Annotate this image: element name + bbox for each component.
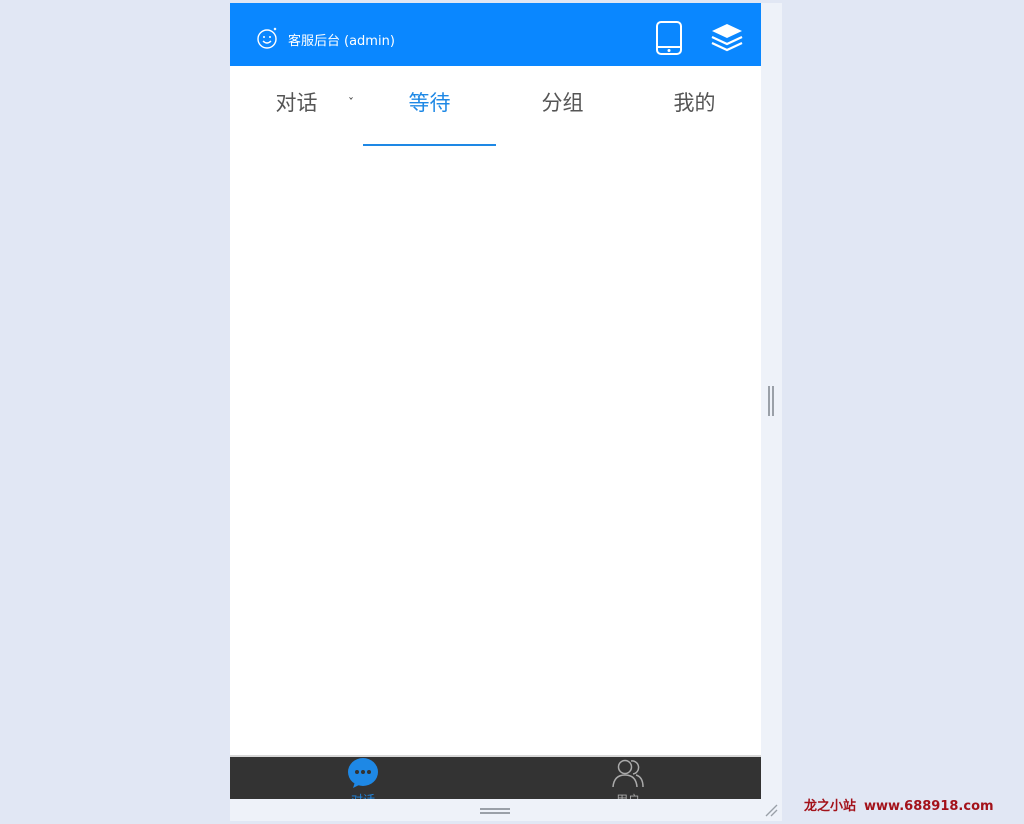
- tab-dropdown-caret-icon[interactable]: ˇ: [348, 96, 354, 110]
- header-title-text: 客服后台: [288, 34, 341, 49]
- tab-conversations[interactable]: 对话: [230, 66, 363, 146]
- tablet-icon[interactable]: [654, 20, 684, 56]
- app-window: 客服后台 (admin) 对话 等待 分组 我的 ˇ: [230, 3, 761, 799]
- tab-bar: 对话 等待 分组 我的: [230, 66, 761, 146]
- resize-corner-icon[interactable]: [764, 803, 778, 817]
- bottom-nav-label: 用户: [568, 793, 688, 799]
- app-header: 客服后台 (admin): [230, 3, 761, 66]
- smile-logo-icon: [257, 27, 277, 49]
- users-icon: [612, 759, 644, 788]
- content-area: [230, 146, 761, 755]
- chat-bubble-icon: [348, 758, 378, 788]
- app-frame: 客服后台 (admin) 对话 等待 分组 我的 ˇ: [230, 3, 782, 821]
- watermark-url: www.688918.com: [864, 799, 994, 814]
- watermark-text: 龙之小站: [804, 799, 857, 814]
- layers-icon[interactable]: [710, 22, 744, 54]
- bottom-nav-users[interactable]: 用户: [568, 757, 688, 799]
- bottom-nav-chat[interactable]: 对话: [303, 757, 423, 799]
- horizontal-resize-handle[interactable]: [480, 807, 510, 815]
- header-user: (admin): [344, 34, 395, 49]
- tab-label: 分组: [541, 91, 584, 115]
- tab-mine[interactable]: 我的: [628, 66, 761, 146]
- bottom-nav: 对话 用户: [230, 755, 761, 799]
- tab-label: 我的: [673, 91, 716, 115]
- bottom-nav-label: 对话: [303, 793, 423, 799]
- header-title: 客服后台 (admin): [288, 30, 395, 49]
- tab-groups[interactable]: 分组: [496, 66, 629, 146]
- watermark: 龙之小站 www.688918.com: [804, 795, 994, 814]
- tab-label: 对话: [275, 91, 318, 115]
- vertical-resize-handle[interactable]: [767, 386, 775, 416]
- tab-waiting[interactable]: 等待: [363, 66, 496, 146]
- tab-label: 等待: [408, 91, 451, 115]
